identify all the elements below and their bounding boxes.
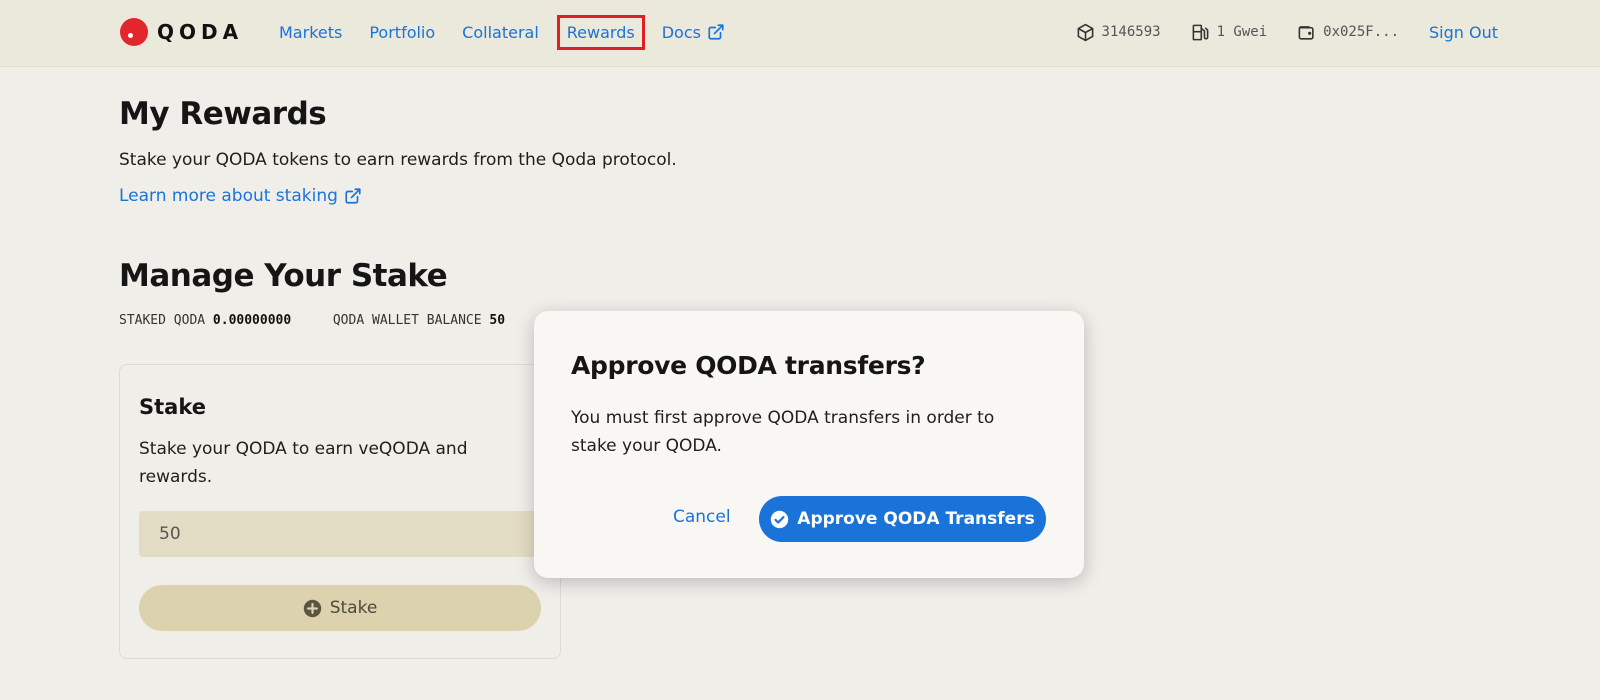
sign-out-button[interactable]: Sign Out (1429, 23, 1498, 42)
logo-mark-icon (120, 18, 148, 46)
nav-collateral[interactable]: Collateral (462, 23, 539, 42)
staked-value: 0.00000000 (212, 313, 292, 328)
learn-more-label: Learn more about staking (119, 186, 338, 206)
main-nav: Markets Portfolio Collateral Rewards Doc… (279, 0, 752, 64)
learn-more-staking-link[interactable]: Learn more about staking (119, 186, 362, 206)
nav-docs[interactable]: Docs (662, 23, 725, 42)
nav-portfolio[interactable]: Portfolio (369, 23, 435, 42)
external-link-icon (708, 24, 724, 40)
wallet-address[interactable]: 0x025F... (1297, 23, 1399, 42)
block-number: 3146593 (1076, 23, 1161, 42)
gas-price-value: 1 Gwei (1216, 24, 1268, 40)
stake-amount-input[interactable] (139, 511, 543, 557)
approve-transfers-button[interactable]: Approve QODA Transfers (759, 496, 1046, 542)
staked-label: STAKED QODA (119, 313, 206, 328)
stake-button-label: Stake (329, 598, 378, 618)
nav-markets[interactable]: Markets (279, 23, 342, 42)
external-link-icon (345, 188, 361, 204)
wallet-balance-label: QODA WALLET BALANCE (332, 313, 482, 328)
approve-transfers-dialog: Approve QODA transfers? You must first a… (534, 311, 1084, 578)
manage-stake-title: Manage Your Stake (119, 258, 448, 294)
stake-button[interactable]: Stake (139, 585, 541, 631)
qoda-logo[interactable]: QODA (120, 18, 243, 46)
rewards-description: Stake your QODA tokens to earn rewards f… (119, 150, 677, 170)
check-circle-icon (771, 510, 789, 528)
page-title: My Rewards (119, 96, 327, 132)
top-header: QODA Markets Portfolio Collateral Reward… (0, 0, 1600, 67)
wallet-address-value: 0x025F... (1323, 24, 1399, 40)
stake-stats: STAKED QODA 0.00000000 QODA WALLET BALAN… (119, 313, 505, 328)
stake-card-title: Stake (139, 395, 206, 419)
stake-card-description: Stake your QODA to earn veQODA and rewar… (139, 439, 468, 487)
approve-button-label: Approve QODA Transfers (797, 509, 1035, 529)
wallet-icon (1298, 25, 1314, 40)
dialog-body: You must first approve QODA transfers in… (571, 408, 995, 456)
nav-rewards[interactable]: Rewards (556, 14, 645, 50)
cube-icon (1077, 23, 1093, 41)
block-number-value: 3146593 (1101, 24, 1161, 40)
logo-text: QODA (157, 20, 244, 44)
wallet-balance-value: 50 (489, 313, 506, 328)
nav-docs-label: Docs (661, 22, 701, 42)
stake-card: Stake Stake your QODA to earn veQODA and… (119, 364, 561, 659)
gas-price: 1 Gwei (1191, 23, 1268, 42)
dialog-title: Approve QODA transfers? (571, 351, 926, 380)
cancel-button[interactable]: Cancel (673, 507, 731, 527)
plus-circle-icon (303, 599, 321, 617)
header-status: 3146593 1 Gwei 0x025F... Sign Out (1076, 0, 1498, 64)
gas-pump-icon (1192, 24, 1208, 40)
